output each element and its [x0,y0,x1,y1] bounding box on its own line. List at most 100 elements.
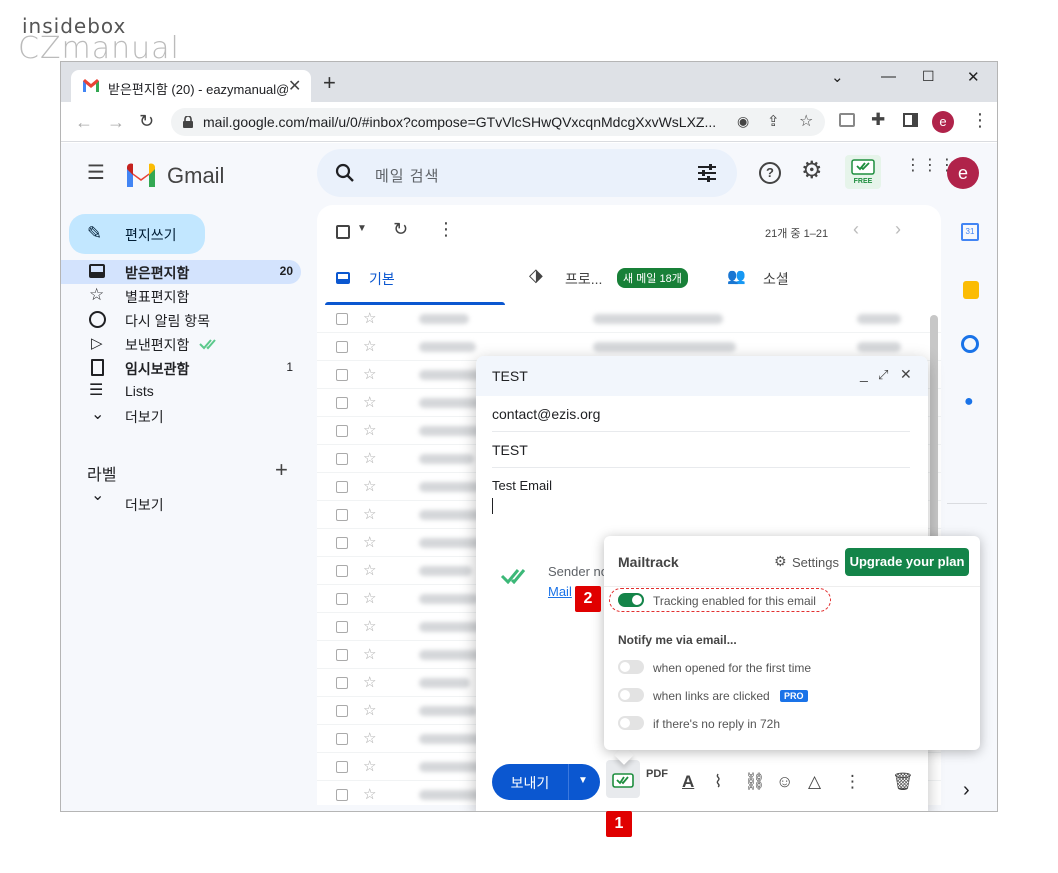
compose-header[interactable]: TEST _ ⤢ ✕ [476,356,928,396]
nav-item-lists[interactable]: ☰ Lists [61,380,301,404]
compose-button[interactable]: ✎ 편지쓰기 [69,214,205,254]
tab-promotions[interactable]: 프로... [565,269,602,289]
settings-gear-icon[interactable]: ⚙ [801,159,823,183]
expand-rail-icon[interactable]: › [963,779,970,802]
formatting-icon[interactable]: A [682,772,694,792]
row-checkbox[interactable] [336,733,348,745]
browser-tab[interactable]: 받은편지함 (20) - eazymanual@ ✕ [71,70,311,102]
row-star-icon[interactable]: ☆ [363,365,376,383]
attach-icon[interactable]: ⌇ [714,772,722,792]
side-panel-icon[interactable] [903,113,918,127]
subject-field[interactable]: TEST [492,432,910,468]
notify-links-toggle[interactable] [618,688,644,702]
mailtrack-compose-button[interactable] [606,760,640,798]
address-bar[interactable]: mail.google.com/mail/u/0/#inbox?compose=… [171,108,825,136]
row-checkbox[interactable] [336,397,348,409]
prev-page-icon[interactable]: ‹ [853,219,859,240]
row-checkbox[interactable] [336,425,348,437]
discard-draft-icon[interactable]: 🗑 [892,772,914,792]
refresh-icon[interactable]: ↻ [393,219,408,240]
row-checkbox[interactable] [336,537,348,549]
search-input[interactable]: 메일 검색 [375,165,439,186]
row-checkbox[interactable] [336,481,348,493]
row-star-icon[interactable]: ☆ [363,701,376,719]
mailtrack-link[interactable]: Mail [548,584,572,599]
mail-row[interactable]: ☆ [317,305,941,333]
maximize-icon[interactable]: ☐ [922,68,935,85]
row-checkbox[interactable] [336,621,348,633]
row-checkbox[interactable] [336,313,348,325]
minimize-compose-icon[interactable]: _ [860,366,868,382]
row-star-icon[interactable]: ☆ [363,589,376,607]
fullscreen-compose-icon[interactable]: ⤢ [878,367,888,383]
extension-screenshot-icon[interactable] [839,113,855,127]
close-window-icon[interactable]: ✕ [967,68,980,86]
mailtrack-extension-button[interactable]: FREE [845,155,881,189]
to-field[interactable]: contact@ezis.org [492,396,910,432]
send-button[interactable]: 보내기 ▼ [492,764,600,800]
row-star-icon[interactable]: ☆ [363,533,376,551]
next-page-icon[interactable]: › [895,219,901,240]
row-star-icon[interactable]: ☆ [363,617,376,635]
row-checkbox[interactable] [336,705,348,717]
account-avatar[interactable]: e [947,157,979,189]
row-checkbox[interactable] [336,761,348,773]
nav-item-snoozed[interactable]: 다시 알림 항목 [61,308,301,332]
row-checkbox[interactable] [336,649,348,661]
tab-social[interactable]: 소셜 [763,269,789,289]
nav-item-more[interactable]: ⌄ 더보기 [61,404,301,428]
calendar-icon[interactable]: 31 [961,223,979,241]
help-icon[interactable]: ? [759,162,781,184]
extensions-puzzle-icon[interactable]: ✚ [871,110,885,130]
tab-search-icon[interactable]: ⌄ [831,68,844,86]
nav-item-starred[interactable]: ☆ 별표편지함 [61,284,301,308]
row-star-icon[interactable]: ☆ [363,477,376,495]
row-star-icon[interactable]: ☆ [363,785,376,803]
browser-profile-avatar[interactable]: e [932,111,954,133]
more-compose-icon[interactable]: ⋮ [844,772,861,792]
labels-more[interactable]: 더보기 [125,495,164,515]
row-star-icon[interactable]: ☆ [363,337,376,355]
forward-icon[interactable]: → [107,112,125,133]
search-icon[interactable] [335,163,355,183]
tracking-toggle[interactable] [618,593,644,607]
bookmark-star-icon[interactable]: ☆ [799,111,813,131]
reload-icon[interactable]: ↻ [139,111,154,132]
row-checkbox[interactable] [336,789,348,801]
row-checkbox[interactable] [336,593,348,605]
new-tab-icon[interactable]: + [323,72,336,94]
nav-item-sent[interactable]: ▷ 보낸편지함 [61,332,301,356]
share-icon[interactable]: ⇪ [767,112,780,130]
row-star-icon[interactable]: ☆ [363,757,376,775]
row-checkbox[interactable] [336,369,348,381]
eye-icon[interactable]: ◉ [737,113,749,130]
row-star-icon[interactable]: ☆ [363,309,376,327]
notify-noreply-toggle[interactable] [618,716,644,730]
browser-menu-icon[interactable]: ⋮ [971,111,989,129]
drive-icon[interactable]: △ [808,772,821,792]
main-menu-icon[interactable]: ☰ [87,163,105,183]
row-star-icon[interactable]: ☆ [363,421,376,439]
search-filter-icon[interactable] [697,164,717,182]
send-options-icon[interactable]: ▼ [578,775,588,786]
select-dropdown-icon[interactable]: ▼ [357,223,367,234]
compose-body[interactable]: Test Email [492,478,552,493]
nav-item-drafts[interactable]: 임시보관함 1 [61,356,301,380]
mailtrack-settings-link[interactable]: Settings [792,555,839,570]
nav-item-inbox[interactable]: 받은편지함 20 [61,260,301,284]
row-star-icon[interactable]: ☆ [363,393,376,411]
tab-primary[interactable]: 기본 [369,269,395,289]
upgrade-plan-button[interactable]: Upgrade your plan [845,548,969,576]
contacts-icon[interactable]: ● [964,393,974,411]
row-star-icon[interactable]: ☆ [363,449,376,467]
select-all-checkbox[interactable] [336,225,350,239]
tasks-icon[interactable] [961,335,979,353]
row-checkbox[interactable] [336,677,348,689]
minimize-icon[interactable]: — [881,68,896,85]
close-compose-icon[interactable]: ✕ [900,366,912,383]
add-label-icon[interactable]: + [275,457,288,483]
row-checkbox[interactable] [336,453,348,465]
labels-chevron-down-icon[interactable]: ⌄ [91,485,104,505]
row-checkbox[interactable] [336,509,348,521]
row-star-icon[interactable]: ☆ [363,561,376,579]
